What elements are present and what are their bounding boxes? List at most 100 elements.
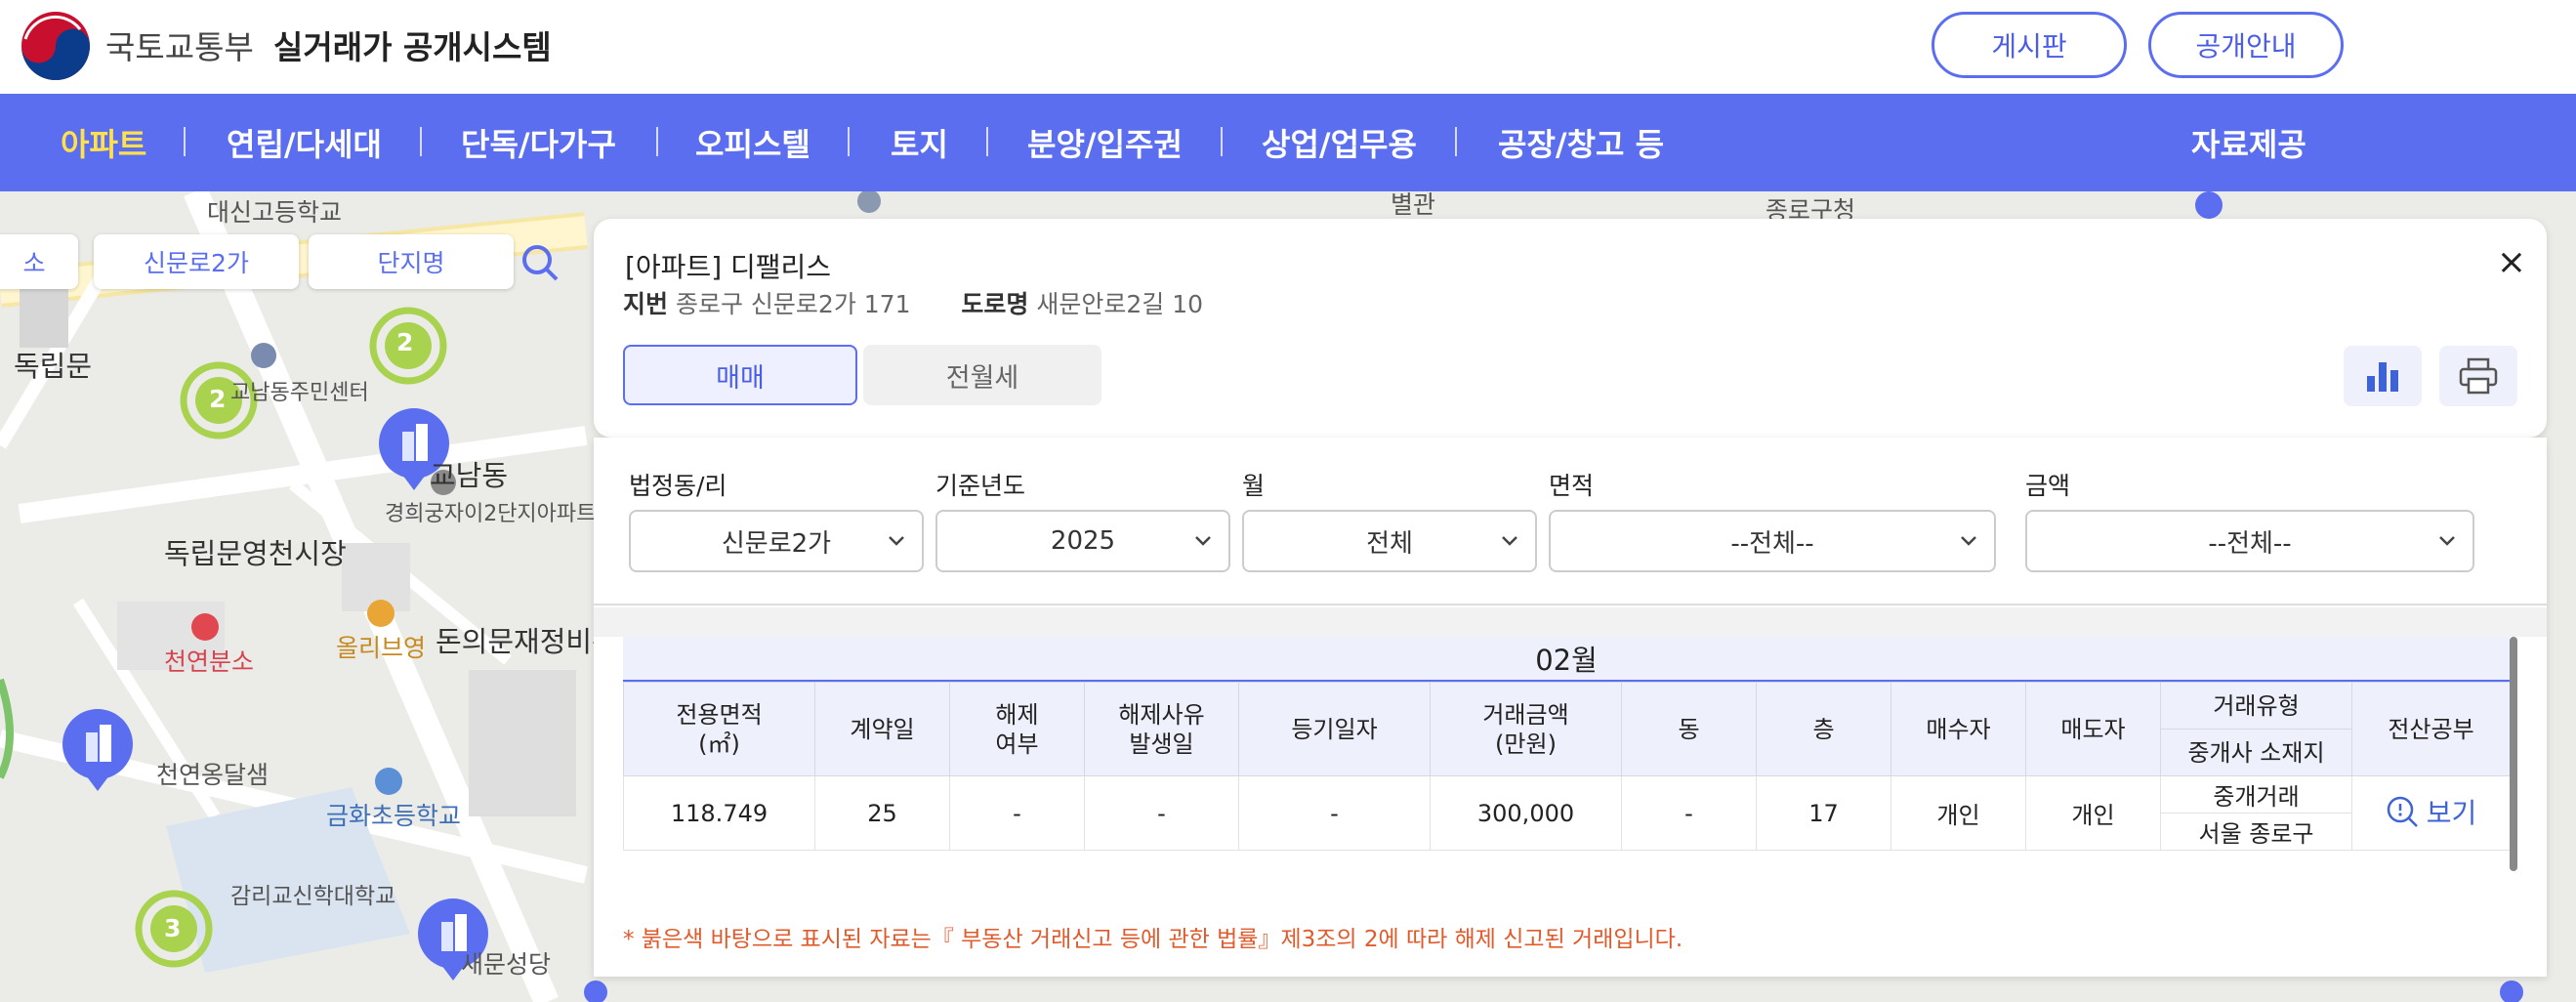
- map-label: 대신고등학교: [207, 198, 343, 227]
- system-title[interactable]: 실거래가 공개시스템: [273, 21, 552, 68]
- nav-factory[interactable]: 공장/창고 등: [1498, 94, 1664, 191]
- magnifier-icon: [2387, 796, 2418, 827]
- chevron-down-icon: [1502, 536, 1517, 546]
- filter-label-year: 기준년도: [935, 472, 1026, 500]
- amount-select[interactable]: --전체--: [2025, 510, 2474, 572]
- filter-label-amount: 금액: [2025, 472, 2071, 500]
- cell-reg-date: -: [1238, 775, 1431, 851]
- col-header-type: 거래유형: [2160, 682, 2352, 730]
- board-button[interactable]: 게시판: [1932, 12, 2127, 78]
- search-chip-complex[interactable]: 단지명: [309, 234, 514, 289]
- address-line: 지번 종로구 신문로2가 171 도로명 새문안로2길 10: [623, 285, 1203, 320]
- close-button[interactable]: ×: [2492, 242, 2531, 282]
- print-button[interactable]: [2439, 346, 2517, 406]
- government-emblem-logo[interactable]: [20, 10, 92, 82]
- dong-select-value: 신문로2가: [721, 528, 832, 559]
- cell-cancel-date: -: [1084, 775, 1239, 851]
- map-label: 별관: [1391, 191, 1436, 219]
- nav-divider: [656, 127, 658, 156]
- cluster-count[interactable]: 2: [209, 385, 226, 413]
- tab-rent[interactable]: 전월세: [863, 345, 1101, 405]
- filter-label-month: 월: [1242, 472, 1266, 500]
- chevron-down-icon: [1195, 536, 1211, 546]
- org-name: 국토교통부: [105, 28, 254, 66]
- col-header-cancel: 해제 여부: [949, 682, 1085, 776]
- nav-data-provision[interactable]: 자료제공: [2191, 94, 2306, 191]
- cluster-count[interactable]: 2: [396, 328, 413, 356]
- col-header-registry: 전산공부: [2351, 682, 2511, 776]
- map-label: 교남동: [430, 459, 509, 492]
- map-label: 교남동주민센터: [230, 381, 369, 405]
- chevron-down-icon: [2439, 536, 2455, 546]
- map-label: 감리교신학대학교: [230, 884, 396, 909]
- search-chip-dong[interactable]: 신문로2가: [94, 234, 299, 289]
- table-top-band: [594, 607, 2547, 637]
- table-row: 118.749 25 - - - 300,000 - 17 개인 개인 중개거래: [623, 775, 2511, 851]
- main-nav: 아파트 연립/다세대 단독/다가구 오피스텔 토지 분양/입주권 상업/업무용 …: [0, 94, 2576, 191]
- dong-select[interactable]: 신문로2가: [629, 510, 924, 572]
- apartment-title: [아파트] 디팰리스: [625, 251, 832, 283]
- jibun-label: 지번: [623, 290, 669, 318]
- cell-day: 25: [814, 775, 950, 851]
- printer-icon: [2459, 357, 2498, 395]
- map-label: 금화초등학교: [326, 802, 462, 830]
- map-label: 천연옹달샘: [156, 761, 270, 789]
- table-scrollbar[interactable]: [2510, 637, 2517, 871]
- nav-officetel[interactable]: 오피스텔: [695, 94, 810, 191]
- nav-divider: [1221, 127, 1223, 156]
- search-chip-region[interactable]: 소: [0, 234, 78, 289]
- map-label: 새문성당: [461, 950, 552, 979]
- apartment-marker-icon[interactable]: [76, 719, 119, 768]
- search-icon[interactable]: [519, 242, 561, 283]
- nav-apartment[interactable]: 아파트: [61, 94, 146, 191]
- tab-sale[interactable]: 매매: [623, 345, 857, 405]
- col-header-area: 전용면적 (㎡): [623, 682, 815, 776]
- map-label: 독립문영천시장: [164, 537, 347, 570]
- nav-rowhouse[interactable]: 연립/다세대: [227, 94, 382, 191]
- chevron-down-icon: [889, 536, 904, 546]
- guide-button[interactable]: 공개안내: [2148, 12, 2344, 78]
- nav-presale[interactable]: 분양/입주권: [1027, 94, 1183, 191]
- cell-seller: 개인: [2025, 775, 2161, 851]
- col-header-cancel-date: 해제사유 발생일: [1084, 682, 1239, 776]
- jibun-value: 종로구 신문로2가 171: [675, 290, 911, 318]
- year-select[interactable]: 2025: [935, 510, 1230, 572]
- view-label: 보기: [2426, 797, 2477, 829]
- col-header-day: 계약일: [814, 682, 950, 776]
- col-header-reg-date: 등기일자: [1238, 682, 1431, 776]
- col-header-agent-loc: 중개사 소재지: [2160, 729, 2352, 776]
- cell-price: 300,000: [1430, 775, 1622, 851]
- year-select-value: 2025: [1050, 526, 1116, 556]
- nav-divider: [1455, 127, 1457, 156]
- col-header-seller: 매도자: [2025, 682, 2161, 776]
- month-select-value: 전체: [1366, 528, 1413, 559]
- nav-detached[interactable]: 단독/다가구: [461, 94, 616, 191]
- cell-type: 중개거래: [2160, 775, 2352, 814]
- nav-divider: [184, 127, 186, 156]
- map-label: 독립문: [14, 350, 93, 383]
- road-value: 새문안로2길 10: [1036, 290, 1204, 318]
- month-select[interactable]: 전체: [1242, 510, 1537, 572]
- chart-button[interactable]: [2344, 346, 2422, 406]
- cell-registry: 보기: [2351, 775, 2511, 851]
- col-header-price: 거래금액 (만원): [1430, 682, 1622, 776]
- transaction-table: 02월 전용면적 (㎡) 계약일 해제 여부 해제사유 발생일 등기일자 거래금…: [623, 637, 2511, 879]
- amount-select-value: --전체--: [2208, 528, 2292, 559]
- month-header: 02월: [623, 637, 2510, 682]
- nav-divider: [848, 127, 850, 156]
- cell-floor: 17: [1756, 775, 1891, 851]
- nav-land[interactable]: 토지: [891, 94, 948, 191]
- area-select[interactable]: --전체--: [1549, 510, 1996, 572]
- nav-divider: [420, 127, 422, 156]
- cell-buyer: 개인: [1890, 775, 2026, 851]
- view-registry-link[interactable]: 보기: [2386, 792, 2477, 831]
- nav-divider: [986, 127, 988, 156]
- cell-dong: -: [1621, 775, 1757, 851]
- bar-chart-icon: [2367, 362, 2398, 392]
- cell-area: 118.749: [623, 775, 815, 851]
- cell-agent-loc: 서울 종로구: [2160, 813, 2352, 851]
- cluster-count[interactable]: 3: [164, 914, 181, 942]
- nav-commercial[interactable]: 상업/업무용: [1262, 94, 1417, 191]
- filter-label-area: 면적: [1549, 472, 1595, 500]
- road-label: 도로명: [961, 290, 1029, 318]
